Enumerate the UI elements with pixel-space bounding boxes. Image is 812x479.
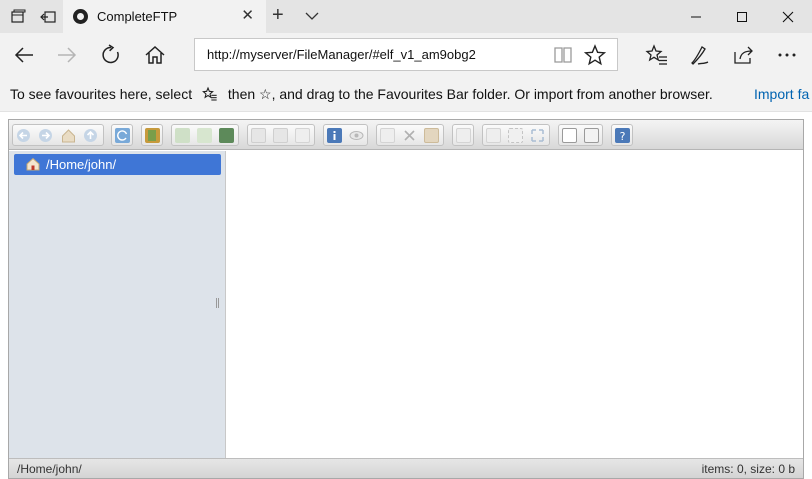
delete-button-group xyxy=(452,124,474,146)
status-bar: /Home/john/ items: 0, size: 0 b xyxy=(9,458,803,478)
forward-arrow-icon[interactable] xyxy=(38,128,53,143)
cut-icon[interactable] xyxy=(402,128,417,143)
forward-icon[interactable] xyxy=(55,43,79,67)
site-favicon xyxy=(73,9,88,24)
tree-item-home-john[interactable]: /Home/john/ xyxy=(14,154,221,175)
web-note-icon[interactable] xyxy=(688,43,712,67)
save-icon[interactable] xyxy=(219,128,234,143)
favorites-hub-icon[interactable] xyxy=(645,43,669,67)
download-icon[interactable] xyxy=(175,128,190,143)
delete-icon[interactable] xyxy=(456,128,471,143)
edit-button-group xyxy=(482,124,550,146)
folder-tree: /Home/john/ xyxy=(9,151,226,458)
tab-list-chevron-icon[interactable] xyxy=(304,8,320,29)
home-icon[interactable] xyxy=(143,43,167,67)
file-manager: ? /Home/john/ /Home/john/ items: 0, size… xyxy=(8,119,804,479)
set-tabs-aside-icon[interactable] xyxy=(38,7,58,27)
view-button-group xyxy=(558,124,603,146)
clipboard-button-group xyxy=(376,124,444,146)
file-ops-button-group xyxy=(247,124,315,146)
status-path: /Home/john/ xyxy=(17,462,82,476)
status-info: items: 0, size: 0 b xyxy=(701,462,795,476)
list-view-icon[interactable] xyxy=(584,128,599,143)
transfer-button-group xyxy=(171,124,239,146)
resize-icon[interactable] xyxy=(530,128,545,143)
home-folder-icon[interactable] xyxy=(61,128,76,143)
navigation-bar: http://myserver/FileManager/#elf_v1_am9o… xyxy=(0,33,812,77)
minimize-icon[interactable] xyxy=(673,0,719,33)
import-link[interactable]: Import fa xyxy=(754,86,809,102)
file-list-area[interactable] xyxy=(227,151,803,458)
tab-bar: CompleteFTP ✕ + xyxy=(0,0,812,33)
nav-button-group xyxy=(12,124,104,146)
refresh-icon[interactable] xyxy=(99,43,123,67)
preview-eye-icon[interactable] xyxy=(349,128,364,143)
back-arrow-icon[interactable] xyxy=(16,128,31,143)
close-tab-icon[interactable]: ✕ xyxy=(241,8,254,23)
reload-icon[interactable] xyxy=(115,128,130,143)
file-manager-toolbar: ? xyxy=(9,120,803,150)
favourites-hint-end: then ☆, and drag to the Favourites Bar f… xyxy=(227,86,713,102)
reload-button-group xyxy=(111,124,133,146)
new-tab-icon[interactable]: + xyxy=(272,5,284,25)
active-tab[interactable]: CompleteFTP ✕ xyxy=(63,0,266,33)
favorite-star-icon[interactable] xyxy=(583,44,607,71)
help-icon[interactable]: ? xyxy=(615,128,630,143)
back-icon[interactable] xyxy=(12,43,36,67)
copy-icon[interactable] xyxy=(251,128,266,143)
address-url[interactable]: http://myserver/FileManager/#elf_v1_am9o… xyxy=(207,47,476,62)
info-button-group xyxy=(323,124,368,146)
maximize-icon[interactable] xyxy=(719,0,765,33)
help-button-group: ? xyxy=(611,124,633,146)
edit-icon[interactable] xyxy=(486,128,501,143)
open-door-icon[interactable] xyxy=(145,128,160,143)
paste-icon[interactable] xyxy=(424,128,439,143)
disk-icon[interactable] xyxy=(273,128,288,143)
home-folder-icon xyxy=(26,157,40,171)
more-icon[interactable] xyxy=(775,43,799,67)
new-file-icon[interactable] xyxy=(197,128,212,143)
favourites-hint: To see favourites here, select then ☆, a… xyxy=(10,86,713,105)
info-icon[interactable] xyxy=(327,128,342,143)
copy-files-icon[interactable] xyxy=(380,128,395,143)
close-window-icon[interactable] xyxy=(765,0,811,33)
tab-title: CompleteFTP xyxy=(97,9,178,24)
favourites-hint-start: To see favourites here, select xyxy=(10,86,193,102)
open-button-group xyxy=(141,124,163,146)
favourites-bar: To see favourites here, select then ☆, a… xyxy=(0,77,812,112)
sidebar-resize-handle[interactable] xyxy=(216,298,219,308)
tab-preview-icon[interactable] xyxy=(8,7,28,27)
reading-view-icon[interactable] xyxy=(553,45,573,70)
address-bar[interactable]: http://myserver/FileManager/#elf_v1_am9o… xyxy=(194,38,618,71)
up-arrow-icon[interactable] xyxy=(83,128,98,143)
svg-text:?: ? xyxy=(620,130,626,143)
rename-icon[interactable] xyxy=(508,128,523,143)
favorites-hub-icon xyxy=(202,86,218,105)
page-content: ? /Home/john/ /Home/john/ items: 0, size… xyxy=(0,112,812,479)
select-icon[interactable] xyxy=(295,128,310,143)
icons-view-icon[interactable] xyxy=(562,128,577,143)
tree-item-label: /Home/john/ xyxy=(46,157,117,172)
share-icon[interactable] xyxy=(732,43,756,67)
